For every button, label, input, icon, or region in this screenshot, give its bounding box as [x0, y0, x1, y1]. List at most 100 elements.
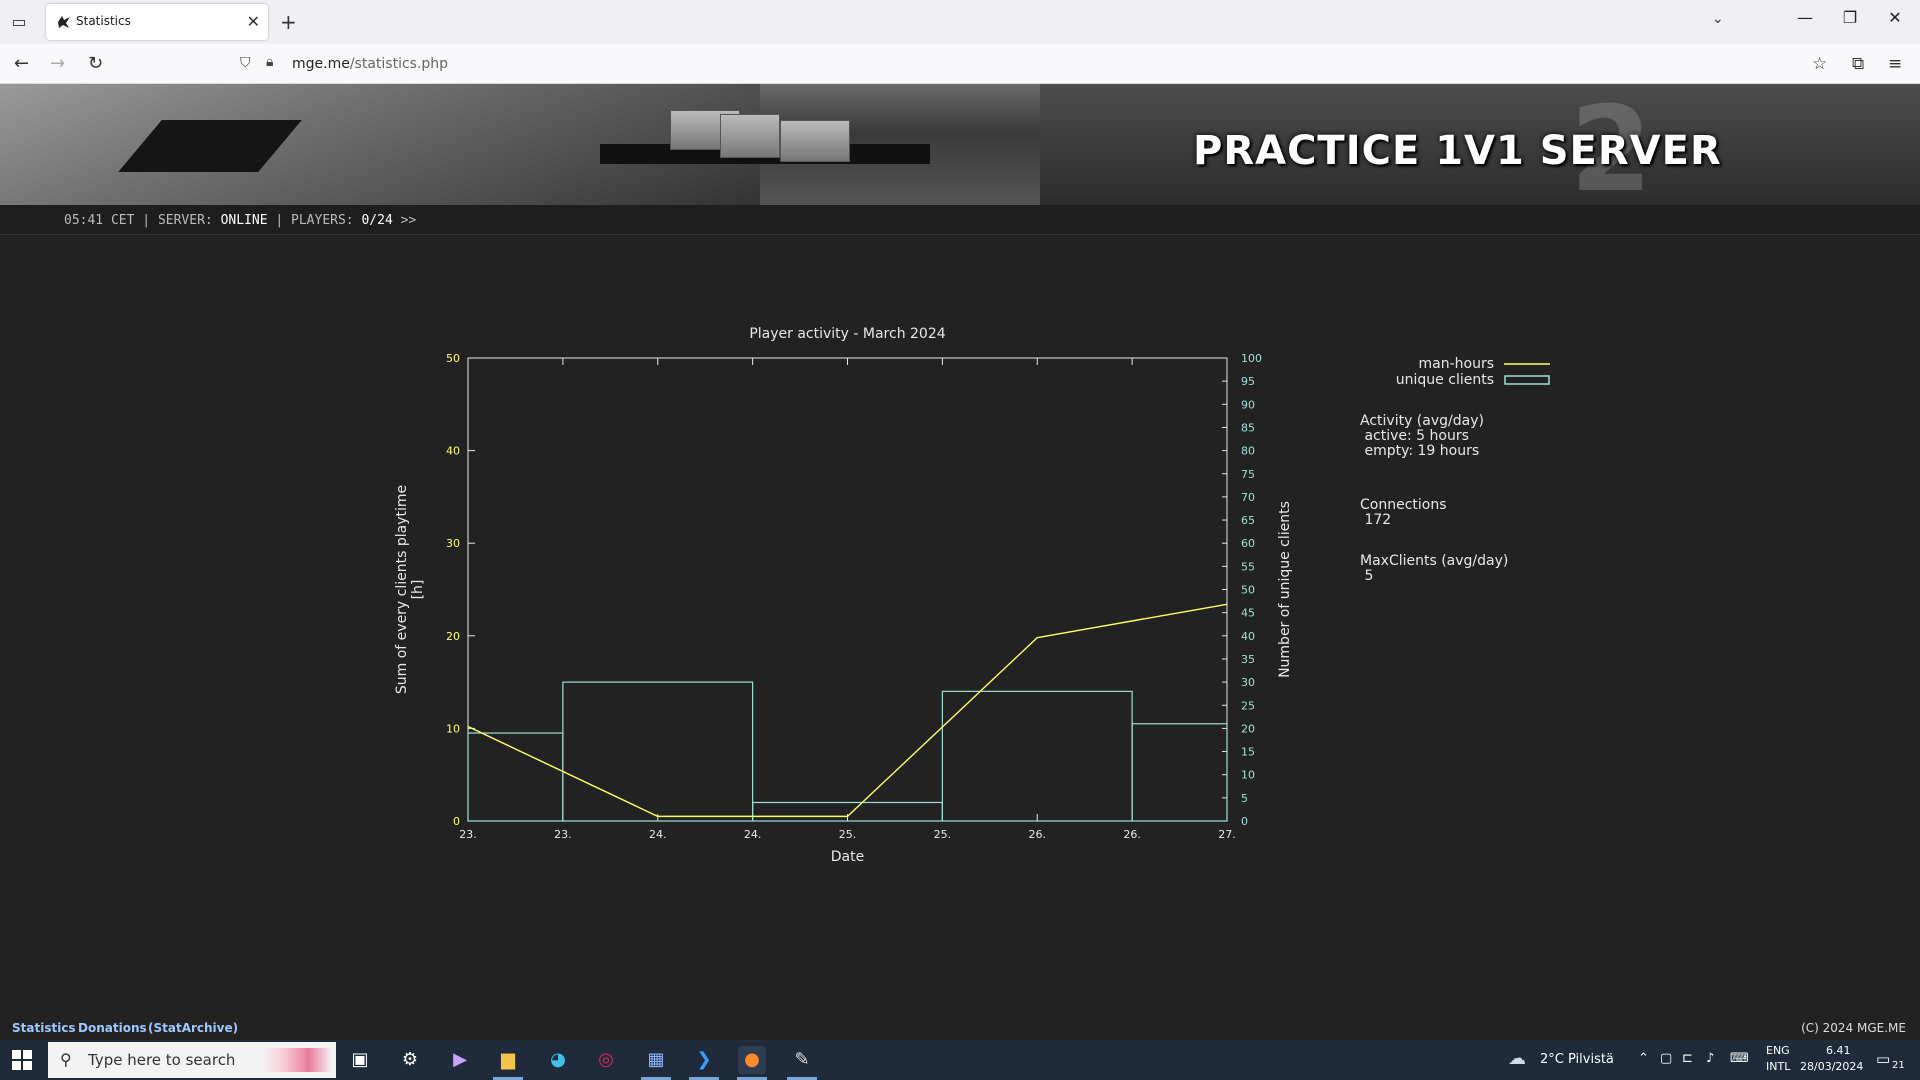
tracking-shield-icon[interactable]: ⛉ [240, 55, 251, 71]
tab-statistics[interactable]: Statistics ✕ [46, 4, 268, 40]
windows-start-icon[interactable] [12, 1050, 32, 1070]
unique-clients-bar [1131, 723, 1228, 822]
clock-date[interactable]: 28/03/2024 [1800, 1060, 1863, 1073]
search-placeholder: Type here to search [88, 1051, 236, 1069]
language-layout[interactable]: INTL [1766, 1060, 1790, 1073]
y-tick-label: 40 [446, 445, 460, 458]
windows-taskbar: ⚲ Type here to search ▣ ⚙ ▶ ▆ ◕ ◎ ▦ ❯ ● … [0, 1040, 1920, 1080]
x-tick-label: 23. [554, 828, 572, 841]
site-favicon-icon [58, 16, 70, 28]
maxclients-stats: MaxClients (avg/day) 5 [1360, 554, 1508, 584]
man-hours-line [467, 603, 1228, 818]
footer-link-statarchive[interactable]: (StatArchive) [148, 1021, 238, 1035]
settings-gear-icon[interactable]: ⚙ [396, 1046, 424, 1074]
x-tick-label: 25. [934, 828, 952, 841]
legend-line-swatch [1504, 363, 1550, 365]
address-bar[interactable]: ⛉ 🔒︎ mge.me/statistics.php [232, 49, 1836, 79]
unique-clients-bar [562, 681, 754, 822]
more-link[interactable]: >> [401, 213, 417, 228]
x-tick-label: 26. [1123, 828, 1141, 841]
activity-active: active: 5 hours [1360, 428, 1469, 444]
y-tick-label: 20 [446, 630, 460, 643]
server-state: ONLINE [220, 213, 268, 228]
tray-chevron-icon[interactable]: ⌃ [1638, 1051, 1649, 1066]
legend-label: man-hours [1418, 356, 1494, 372]
page-footer: Statistics Donations (StatArchive) (C) 2… [0, 1018, 1920, 1040]
y2-tick-label: 10 [1241, 769, 1255, 782]
unique-clients-bar [467, 732, 564, 822]
debian-app-icon[interactable]: ◎ [592, 1046, 620, 1074]
minimize-icon[interactable]: — [1790, 8, 1820, 27]
y2-tick-label: 55 [1241, 560, 1255, 573]
legend-unique-clients: unique clients [1340, 372, 1550, 388]
camera-icon[interactable]: ▢ [1660, 1051, 1672, 1066]
chart-legend-area: man-hours unique clients Activity (avg/d… [1340, 350, 1640, 610]
search-highlight-image [262, 1048, 332, 1072]
banner-crate-image [720, 114, 780, 158]
powershell-icon[interactable]: ❯ [690, 1046, 718, 1074]
x-axis-label: Date [831, 849, 864, 865]
reload-icon[interactable]: ↻ [88, 53, 103, 74]
x-tick-label: 27. [1218, 828, 1236, 841]
y-axis-label: Sum of every clients playtime [394, 485, 410, 694]
server-status-bar: 05:41 CET | SERVER: ONLINE | PLAYERS: 0/… [0, 205, 1920, 235]
weather-text[interactable]: 2°C Pilvistä [1540, 1052, 1614, 1067]
y2-tick-label: 25 [1241, 699, 1255, 712]
maxclients-value: 5 [1360, 568, 1374, 584]
language-code[interactable]: ENG [1766, 1044, 1790, 1057]
forward-icon[interactable]: → [50, 53, 65, 74]
url-text[interactable]: mge.me/statistics.php [292, 56, 448, 72]
connections-stats: Connections 172 [1360, 498, 1447, 528]
edge-browser-icon[interactable]: ◕ [544, 1046, 572, 1074]
new-tab-button[interactable]: + [280, 10, 297, 34]
network-icon[interactable]: ⊏ [1682, 1051, 1693, 1066]
lock-icon[interactable]: 🔒︎ [266, 54, 273, 70]
media-player-icon[interactable]: ▶ [446, 1046, 474, 1074]
notifications-icon[interactable]: ▭ [1876, 1050, 1890, 1068]
extensions-icon[interactable]: ⧉ [1852, 54, 1864, 74]
tab-close-icon[interactable]: ✕ [247, 12, 260, 31]
task-view-icon[interactable]: ▣ [346, 1046, 374, 1074]
banner-crate-image [780, 120, 850, 162]
y2-tick-label: 45 [1241, 607, 1255, 620]
y2-tick-label: 0 [1241, 815, 1248, 828]
y2-tick-label: 40 [1241, 630, 1255, 643]
legend-box-swatch [1504, 375, 1550, 385]
banner-title: PRACTICE 1V1 SERVER [1193, 128, 1722, 174]
bookmark-star-icon[interactable]: ☆ [1812, 54, 1827, 74]
legend-label: unique clients [1395, 372, 1494, 388]
restore-icon[interactable]: ❐ [1835, 8, 1865, 27]
y2-tick-label: 95 [1241, 375, 1255, 388]
keyboard-icon[interactable]: ⌨ [1730, 1051, 1749, 1066]
paint-app-icon[interactable]: ✎ [788, 1046, 816, 1074]
clock-time[interactable]: 6.41 [1826, 1044, 1851, 1057]
y-axis-unit: [h] [410, 580, 426, 600]
tab-list-icon[interactable]: ▭ [8, 11, 30, 33]
firefox-icon[interactable]: ● [738, 1046, 766, 1074]
volume-icon[interactable]: ♪ [1706, 1051, 1714, 1066]
remote-desktop-icon[interactable]: ▦ [642, 1046, 670, 1074]
file-explorer-icon[interactable]: ▆ [494, 1046, 522, 1074]
y2-axis-label: Number of unique clients [1277, 501, 1293, 678]
x-tick-label: 24. [649, 828, 667, 841]
menu-icon[interactable]: ≡ [1888, 54, 1902, 74]
close-window-icon[interactable]: ✕ [1880, 8, 1910, 27]
activity-stats: Activity (avg/day) active: 5 hours empty… [1360, 414, 1484, 459]
back-icon[interactable]: ← [14, 53, 29, 74]
footer-link-donations[interactable]: Donations [78, 1021, 147, 1035]
x-tick-label: 25. [839, 828, 857, 841]
server-time: 05:41 CET [64, 213, 135, 228]
connections-header: Connections [1360, 497, 1447, 513]
x-tick-label: 26. [1029, 828, 1047, 841]
taskbar-search-box[interactable]: ⚲ Type here to search [48, 1042, 336, 1078]
server-label: SERVER: [157, 213, 213, 228]
connections-value: 172 [1360, 512, 1392, 528]
y-tick-label: 50 [446, 352, 460, 365]
activity-empty: empty: 19 hours [1360, 443, 1480, 459]
footer-link-statistics[interactable]: Statistics [12, 1021, 76, 1035]
weather-cloud-icon[interactable]: ☁ [1508, 1048, 1526, 1069]
y2-tick-label: 35 [1241, 653, 1255, 666]
y2-tick-label: 60 [1241, 537, 1255, 550]
list-tabs-chevron-icon[interactable]: ⌄ [1712, 11, 1724, 27]
y2-tick-label: 5 [1241, 792, 1248, 805]
